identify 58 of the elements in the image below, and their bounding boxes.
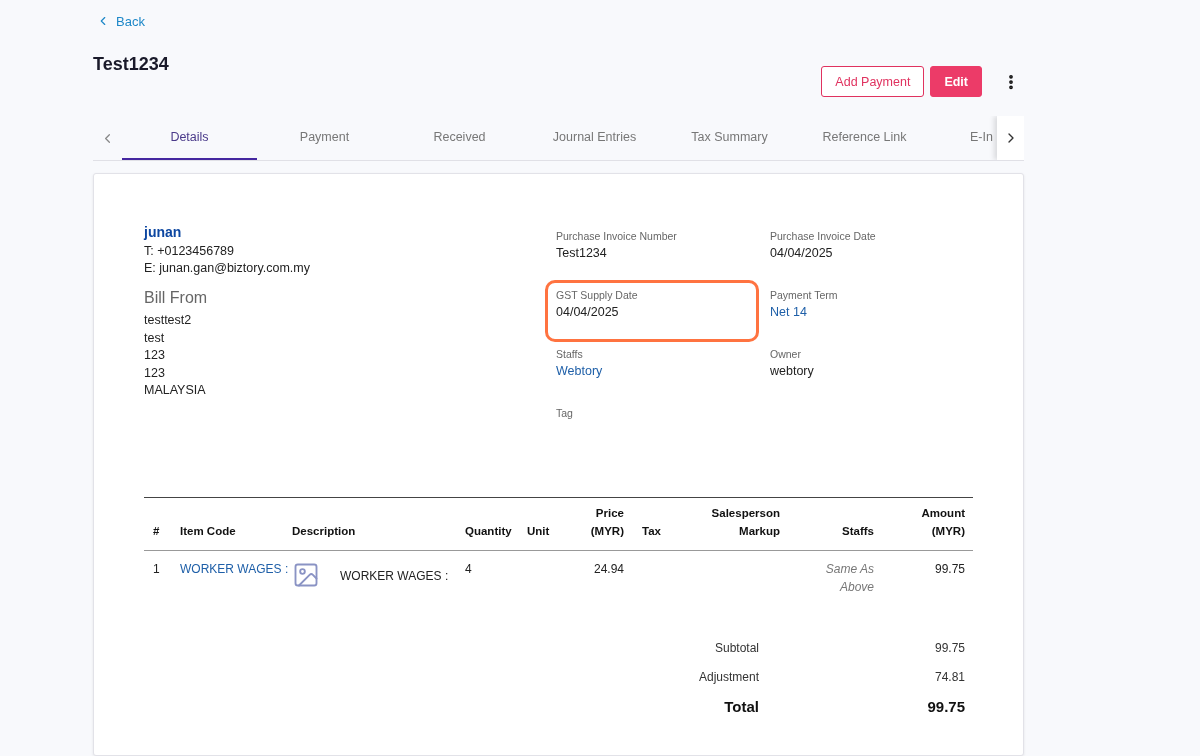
field-label: GST Supply Date: [556, 289, 639, 301]
address-line: 123: [144, 364, 166, 382]
table-cell-text: 4: [464, 561, 473, 578]
total-label: Adjustment: [697, 669, 759, 686]
back-link[interactable]: Back: [96, 12, 145, 30]
item-code-link[interactable]: WORKER WAGES :: [180, 562, 289, 576]
contact-name: junan: [144, 224, 183, 242]
column-header: #: [152, 524, 161, 539]
edit-button[interactable]: Edit: [930, 66, 982, 97]
column-header: Tax: [641, 524, 662, 539]
page-title: Test1234: [93, 54, 169, 75]
table-cell-text: 1: [152, 561, 161, 578]
contact-email: E: junan.gan@biztory.com.my: [144, 260, 311, 277]
field-link[interactable]: Net 14: [770, 305, 962, 319]
address-line: 123: [144, 347, 166, 364]
field-value: Test1234: [556, 246, 608, 260]
tab[interactable]: Details: [122, 116, 257, 160]
tab[interactable]: Reference Link: [797, 116, 932, 160]
tab[interactable]: Tax Summary: [662, 116, 797, 160]
tab[interactable]: Journal Entries: [527, 116, 662, 160]
address-line: test: [144, 329, 166, 347]
field-label: Tag: [556, 407, 574, 419]
image-placeholder-icon: [292, 561, 320, 589]
table-cell: WORKER WAGES :: [340, 569, 449, 583]
column-header: Price (MYR): [589, 506, 625, 539]
field-link[interactable]: Webtory: [556, 364, 748, 378]
column-header: Amount (MYR): [920, 506, 966, 539]
address-line: testtest2: [144, 312, 193, 329]
field-label: Purchase Invoice Number: [556, 230, 678, 242]
table-cell-text: 24.94: [592, 561, 625, 578]
add-payment-button[interactable]: Add Payment: [821, 66, 925, 97]
scroll-right-icon[interactable]: [997, 116, 1024, 160]
total-label: Total: [723, 698, 759, 717]
field-label: Owner: [770, 348, 802, 360]
table-cell-text: Same As Above: [824, 561, 875, 596]
tab[interactable]: Received: [392, 116, 527, 160]
contact-phone: T: +0123456789: [144, 242, 235, 260]
column-header: Salesperson Markup: [710, 506, 781, 539]
bill-from-heading: Bill From: [144, 288, 209, 306]
total-label: Subtotal: [713, 641, 759, 657]
column-header: Quantity: [464, 524, 513, 539]
column-header: Item Code: [179, 524, 237, 539]
table-cell-text: 99.75: [933, 561, 966, 578]
field-value: 04/04/2025: [770, 246, 834, 260]
field-label: Purchase Invoice Date: [770, 230, 877, 242]
total-value: 99.75: [926, 698, 966, 717]
column-header: Staffs: [841, 524, 875, 539]
tab[interactable]: Payment: [257, 116, 392, 160]
field-value: 04/04/2025: [556, 305, 620, 319]
total-value: 74.81: [933, 669, 966, 686]
column-header: Unit: [526, 524, 551, 539]
field-label: Payment Term: [770, 289, 839, 301]
address-line: MALAYSIA: [144, 382, 207, 399]
field-label: Staffs: [556, 348, 584, 360]
column-header: Description: [291, 524, 357, 539]
total-value: 99.75: [933, 641, 966, 657]
tab[interactable]: E-In: [932, 116, 993, 160]
field-value: webtory: [770, 364, 815, 378]
